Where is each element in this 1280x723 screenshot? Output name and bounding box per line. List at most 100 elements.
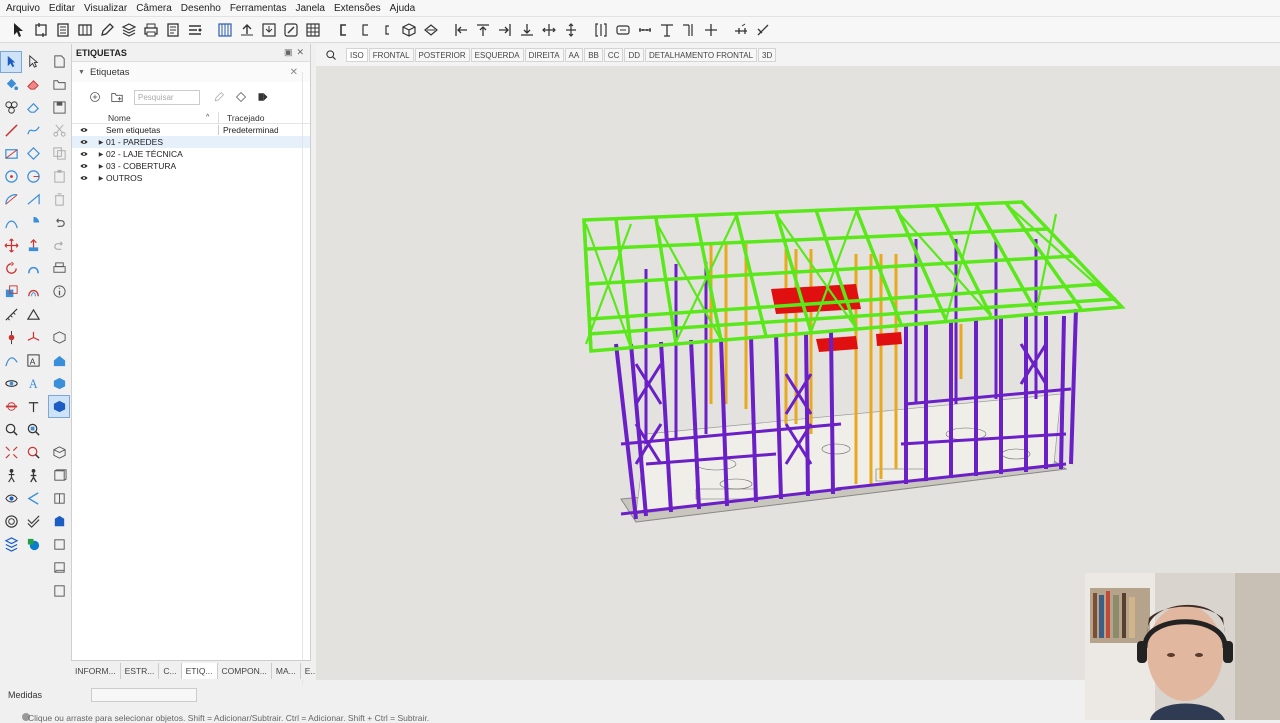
offset-icon[interactable] bbox=[22, 281, 44, 303]
col-dash[interactable]: Tracejado bbox=[227, 113, 264, 123]
stamp-icon[interactable] bbox=[0, 534, 22, 556]
scene-tab-bb[interactable]: BB bbox=[584, 48, 603, 62]
eraser-blue-icon[interactable] bbox=[22, 97, 44, 119]
c-profile-icon[interactable] bbox=[354, 19, 376, 41]
view-right-icon[interactable] bbox=[48, 487, 70, 510]
select-icon[interactable] bbox=[8, 19, 30, 41]
center-h-icon[interactable] bbox=[538, 19, 560, 41]
view-back-icon[interactable] bbox=[48, 510, 70, 533]
pin-icon[interactable]: ▣ bbox=[284, 47, 293, 58]
tape-measure-icon[interactable] bbox=[0, 304, 22, 326]
columns-icon[interactable] bbox=[214, 19, 236, 41]
visibility-eye-icon[interactable] bbox=[80, 139, 88, 145]
beam-icon[interactable] bbox=[730, 19, 752, 41]
close-section-icon[interactable]: ✕ bbox=[290, 67, 298, 78]
3d-text-icon[interactable]: A bbox=[22, 350, 44, 372]
search-icon[interactable] bbox=[316, 49, 346, 61]
orbit-icon[interactable] bbox=[0, 373, 22, 395]
arc3-icon[interactable] bbox=[0, 212, 22, 234]
expand-triangle-icon[interactable]: ▶ bbox=[96, 151, 106, 158]
printer-icon[interactable] bbox=[48, 257, 70, 280]
view-front-icon[interactable] bbox=[48, 464, 70, 487]
scene-tab-3d[interactable]: 3D bbox=[758, 48, 777, 62]
scene-tab-cc[interactable]: CC bbox=[603, 48, 624, 62]
collapse-chevron-icon[interactable]: ▼ bbox=[78, 69, 85, 76]
move-icon[interactable] bbox=[0, 235, 22, 257]
list-icon[interactable] bbox=[162, 19, 184, 41]
stud-icon[interactable] bbox=[656, 19, 678, 41]
split-icon[interactable] bbox=[590, 19, 612, 41]
position-camera-icon[interactable] bbox=[22, 465, 44, 487]
edit-icon[interactable] bbox=[96, 19, 118, 41]
report-icon[interactable] bbox=[52, 19, 74, 41]
visibility-eye-icon[interactable] bbox=[80, 163, 88, 169]
menu-editar[interactable]: Editar bbox=[49, 3, 75, 14]
rectangle-icon[interactable] bbox=[0, 143, 22, 165]
align-left-icon[interactable] bbox=[450, 19, 472, 41]
lasso-icon[interactable] bbox=[22, 51, 44, 73]
house-icon[interactable] bbox=[48, 349, 70, 372]
import-icon[interactable] bbox=[258, 19, 280, 41]
scene-tab-detalhamento[interactable]: DETALHAMENTO FRONTAL bbox=[645, 48, 758, 62]
tray-tab-structure[interactable]: ESTR... bbox=[121, 662, 160, 679]
dimension-tool-icon[interactable] bbox=[0, 327, 22, 349]
dimension-icon[interactable] bbox=[612, 19, 634, 41]
view-left-icon[interactable] bbox=[48, 533, 70, 556]
menu-extensoes[interactable]: Extensões bbox=[334, 3, 381, 14]
freehand-icon[interactable] bbox=[22, 120, 44, 142]
delete-icon[interactable] bbox=[48, 188, 70, 211]
cut-icon[interactable] bbox=[48, 119, 70, 142]
menu-camera[interactable]: Câmera bbox=[136, 3, 172, 14]
tag-row[interactable]: ▶ 01 - PAREDES bbox=[72, 136, 310, 148]
scene-tab-aa[interactable]: AA bbox=[564, 48, 584, 62]
tag-dash[interactable]: Predeterminado bbox=[218, 125, 278, 135]
c-profile-icon[interactable] bbox=[376, 19, 398, 41]
tag-row[interactable]: Sem etiquetas Predeterminado bbox=[72, 124, 310, 136]
box-blue-icon[interactable] bbox=[48, 372, 70, 395]
box-icon[interactable] bbox=[398, 19, 420, 41]
redo-icon[interactable] bbox=[48, 234, 70, 257]
paste-icon[interactable] bbox=[48, 165, 70, 188]
folder-icon[interactable] bbox=[48, 73, 70, 96]
walk-icon[interactable] bbox=[0, 465, 22, 487]
col-name[interactable]: Nome bbox=[108, 113, 206, 123]
paint-tag-icon[interactable] bbox=[208, 88, 230, 106]
section-plane-icon[interactable] bbox=[0, 396, 22, 418]
menu-desenho[interactable]: Desenho bbox=[181, 3, 221, 14]
menu-visualizar[interactable]: Visualizar bbox=[84, 3, 127, 14]
text-icon[interactable] bbox=[0, 350, 22, 372]
eraser-icon[interactable] bbox=[22, 74, 44, 96]
rotated-rect-icon[interactable] bbox=[22, 143, 44, 165]
tray-tab-c[interactable]: C... bbox=[159, 662, 182, 679]
ruler-icon[interactable] bbox=[634, 19, 656, 41]
details-arrow-icon[interactable] bbox=[252, 88, 274, 106]
components-icon[interactable] bbox=[0, 97, 22, 119]
connector-icon[interactable] bbox=[678, 19, 700, 41]
zoom-window-icon[interactable] bbox=[22, 419, 44, 441]
look-around-icon[interactable] bbox=[0, 488, 22, 510]
align-top-icon[interactable] bbox=[472, 19, 494, 41]
page-icon[interactable] bbox=[48, 50, 70, 73]
panel-scrollbar[interactable] bbox=[302, 72, 308, 692]
scene-tab-frontal[interactable]: FRONTAL bbox=[368, 48, 414, 62]
align-bottom-icon[interactable] bbox=[516, 19, 538, 41]
tag-row[interactable]: ▶ 03 - COBERTURA bbox=[72, 160, 310, 172]
polygon-icon[interactable] bbox=[22, 166, 44, 188]
axes-icon[interactable] bbox=[22, 327, 44, 349]
scale-icon[interactable] bbox=[0, 281, 22, 303]
pan-icon[interactable] bbox=[22, 396, 44, 418]
view-iso-icon[interactable] bbox=[48, 326, 70, 349]
protractor-icon[interactable] bbox=[22, 304, 44, 326]
view-section-icon[interactable] bbox=[48, 579, 70, 602]
circle-icon[interactable] bbox=[0, 166, 22, 188]
arc2-icon[interactable] bbox=[22, 189, 44, 211]
scene-tab-dd[interactable]: DD bbox=[624, 48, 644, 62]
menu-ajuda[interactable]: Ajuda bbox=[390, 3, 416, 14]
sort-chevron-icon[interactable]: ^ bbox=[206, 114, 218, 121]
tag-row[interactable]: ▶ 02 - LAJE TÉCNICA bbox=[72, 148, 310, 160]
print-icon[interactable] bbox=[140, 19, 162, 41]
align-right-icon[interactable] bbox=[494, 19, 516, 41]
scene-tab-posterior[interactable]: POSTERIOR bbox=[414, 48, 470, 62]
follow-me-icon[interactable] bbox=[22, 258, 44, 280]
menu-janela[interactable]: Janela bbox=[296, 3, 325, 14]
